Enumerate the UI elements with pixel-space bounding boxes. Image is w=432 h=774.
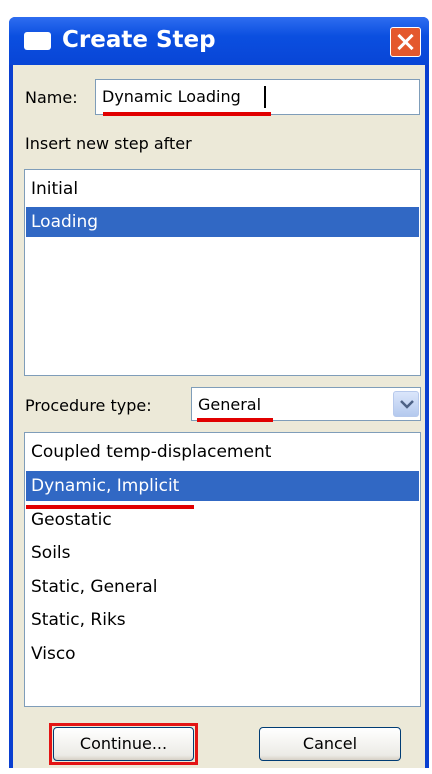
dynamic-implicit-underline-annotation bbox=[26, 505, 194, 509]
procedure-type-select[interactable]: General bbox=[191, 387, 421, 421]
list-item-dynamic-implicit[interactable]: Dynamic, Implicit bbox=[26, 471, 419, 501]
insert-after-label: Insert new step after bbox=[25, 134, 192, 153]
list-item-geostatic[interactable]: Geostatic bbox=[26, 505, 419, 535]
name-input[interactable]: Dynamic Loading bbox=[95, 79, 420, 115]
list-item-static-general[interactable]: Static, General bbox=[26, 572, 419, 602]
insert-after-list[interactable]: Initial Loading bbox=[24, 169, 421, 376]
create-step-dialog: Create Step Name: Dynamic Loading Insert… bbox=[9, 17, 429, 768]
dialog-body: Name: Dynamic Loading Insert new step af… bbox=[13, 65, 425, 768]
name-label: Name: bbox=[25, 88, 78, 107]
list-item-initial[interactable]: Initial bbox=[26, 174, 419, 204]
cancel-button[interactable]: Cancel bbox=[259, 727, 401, 761]
chevron-down-icon[interactable] bbox=[393, 391, 419, 417]
close-icon[interactable] bbox=[390, 27, 421, 57]
window-icon bbox=[24, 32, 51, 50]
list-item-coupled-temp-displacement[interactable]: Coupled temp-displacement bbox=[26, 437, 419, 467]
name-input-value: Dynamic Loading bbox=[102, 87, 241, 106]
procedure-underline-annotation bbox=[197, 418, 273, 422]
dialog-title: Create Step bbox=[62, 27, 216, 53]
procedure-type-value: General bbox=[198, 395, 262, 414]
text-cursor bbox=[264, 86, 266, 108]
list-item-loading[interactable]: Loading bbox=[26, 207, 419, 237]
list-item-static-riks[interactable]: Static, Riks bbox=[26, 605, 419, 635]
continue-button[interactable]: Continue... bbox=[53, 727, 194, 761]
list-item-visco[interactable]: Visco bbox=[26, 639, 419, 669]
title-bar[interactable]: Create Step bbox=[9, 17, 429, 65]
name-underline-annotation bbox=[103, 112, 271, 116]
list-item-soils[interactable]: Soils bbox=[26, 538, 419, 568]
procedure-list[interactable]: Coupled temp-displacement Dynamic, Impli… bbox=[24, 432, 421, 707]
procedure-type-label: Procedure type: bbox=[25, 396, 152, 415]
